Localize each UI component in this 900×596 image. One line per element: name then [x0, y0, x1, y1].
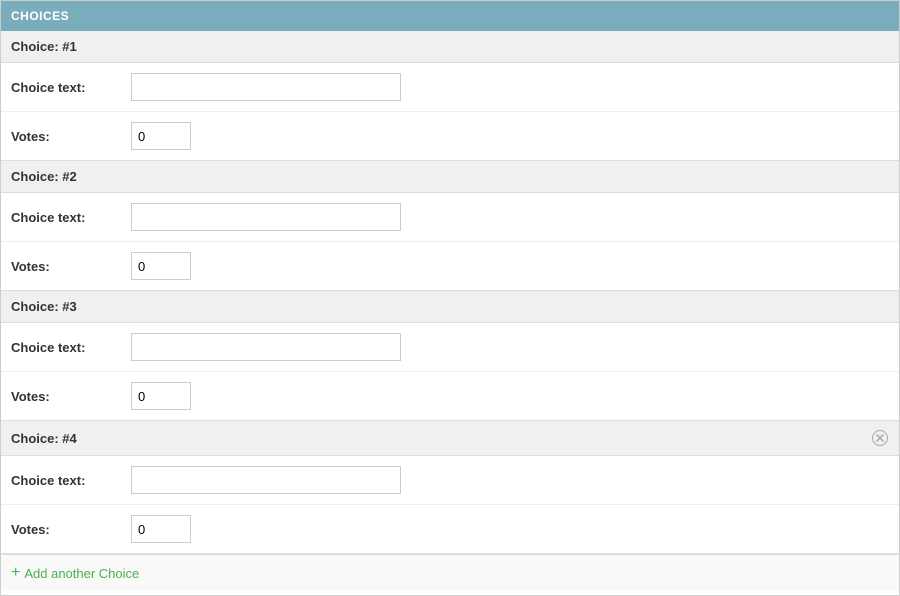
add-another-row: + Add another Choice	[1, 554, 899, 591]
votes-label-1: Votes:	[11, 129, 131, 144]
choice-text-input-1[interactable]	[131, 73, 401, 101]
votes-input-4[interactable]	[131, 515, 191, 543]
choice-label-1: Choice: #1	[11, 39, 77, 54]
votes-label-2: Votes:	[11, 259, 131, 274]
votes-row-4: Votes:	[1, 505, 899, 553]
votes-label-4: Votes:	[11, 522, 131, 537]
choice-header-4: Choice: #4	[1, 421, 899, 456]
choice-text-input-4[interactable]	[131, 466, 401, 494]
votes-label-3: Votes:	[11, 389, 131, 404]
choice-header-1: Choice: #1	[1, 31, 899, 63]
section-header: CHOICES	[1, 1, 899, 31]
choice-header-3: Choice: #3	[1, 291, 899, 323]
votes-row-3: Votes:	[1, 372, 899, 420]
votes-row-2: Votes:	[1, 242, 899, 290]
votes-input-2[interactable]	[131, 252, 191, 280]
votes-input-3[interactable]	[131, 382, 191, 410]
choices-container: Choice: #1Choice text:Votes:Choice: #2Ch…	[1, 31, 899, 554]
section-header-label: CHOICES	[11, 9, 69, 23]
choice-text-label-2: Choice text:	[11, 210, 131, 225]
choice-text-label-3: Choice text:	[11, 340, 131, 355]
delete-choice-4-icon[interactable]	[871, 429, 889, 447]
choice-text-input-3[interactable]	[131, 333, 401, 361]
choice-label-3: Choice: #3	[11, 299, 77, 314]
choice-label-4: Choice: #4	[11, 431, 77, 446]
choice-text-label-1: Choice text:	[11, 80, 131, 95]
choice-group-4: Choice: #4 Choice text: Votes:	[1, 421, 899, 554]
choice-text-input-2[interactable]	[131, 203, 401, 231]
choice-text-row-3: Choice text:	[1, 323, 899, 372]
add-plus-icon: +	[11, 565, 20, 581]
choice-text-label-4: Choice text:	[11, 473, 131, 488]
choices-section: CHOICES Choice: #1Choice text:Votes:Choi…	[0, 0, 900, 596]
choice-label-2: Choice: #2	[11, 169, 77, 184]
choice-group-3: Choice: #3 Choice text: Votes:	[1, 291, 899, 421]
choice-header-2: Choice: #2	[1, 161, 899, 193]
votes-row-1: Votes:	[1, 112, 899, 160]
votes-input-1[interactable]	[131, 122, 191, 150]
add-another-label: Add another Choice	[24, 566, 139, 581]
choice-text-row-1: Choice text:	[1, 63, 899, 112]
choice-group-1: Choice: #1 Choice text: Votes:	[1, 31, 899, 161]
add-another-choice-button[interactable]: + Add another Choice	[11, 565, 139, 581]
choice-text-row-4: Choice text:	[1, 456, 899, 505]
choice-group-2: Choice: #2 Choice text: Votes:	[1, 161, 899, 291]
choice-text-row-2: Choice text:	[1, 193, 899, 242]
